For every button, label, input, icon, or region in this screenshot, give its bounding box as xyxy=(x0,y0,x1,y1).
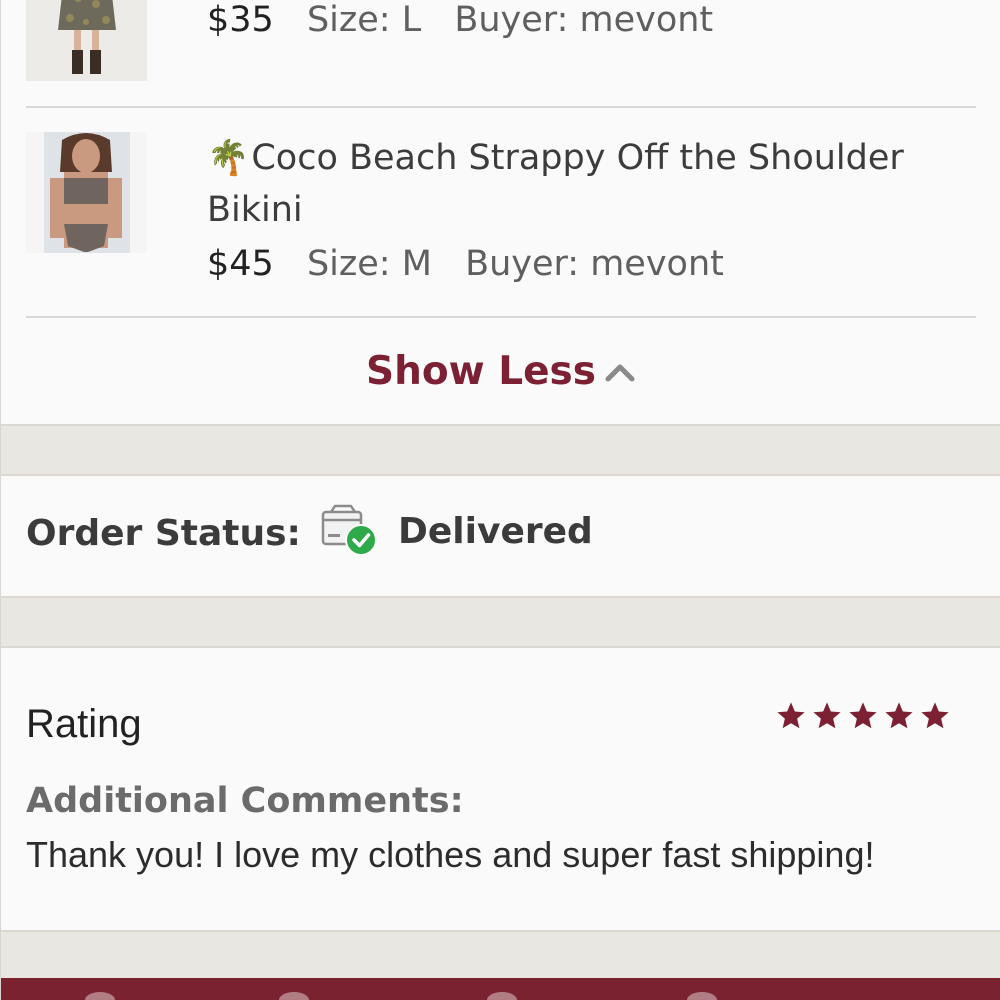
item-title-text: Coco Beach Strappy Off the Shoulder Biki… xyxy=(207,138,904,230)
item-meta: $45 Size: M Buyer: mevont xyxy=(207,242,724,286)
list-item[interactable]: $35 Size: L Buyer: mevont xyxy=(1,0,1000,106)
divider xyxy=(26,316,976,318)
rating-card: Rating Additional Comments: Thank you! I… xyxy=(1,648,1000,930)
bikini-photo-icon xyxy=(26,132,147,253)
show-less-button[interactable]: Show Less xyxy=(1,347,1000,397)
comments-text: Thank you! I love my clothes and super f… xyxy=(26,834,875,875)
star-icon xyxy=(813,702,841,729)
item-thumbnail[interactable] xyxy=(26,0,147,81)
nav-icon[interactable] xyxy=(85,992,115,1000)
nav-icon[interactable] xyxy=(487,992,517,1000)
item-price: $35 xyxy=(207,0,274,40)
item-size: Size: M xyxy=(306,244,432,284)
chevron-up-icon xyxy=(605,364,635,382)
item-thumbnail[interactable] xyxy=(26,132,147,253)
dress-photo-icon xyxy=(26,0,147,81)
item-buyer: Buyer: mevont xyxy=(465,244,724,284)
star-icon xyxy=(921,702,949,729)
order-status-card: Order Status: Delivered xyxy=(1,476,1000,596)
item-meta: $35 Size: L Buyer: mevont xyxy=(207,0,713,42)
section-separator xyxy=(1,424,1000,476)
list-item[interactable]: 🌴Coco Beach Strappy Off the Shoulder Bik… xyxy=(1,106,1000,317)
section-separator xyxy=(1,596,1000,648)
order-detail-page: $35 Size: L Buyer: mevont 🌴Coco Beach St… xyxy=(0,0,1000,1000)
nav-icon[interactable] xyxy=(279,992,309,1000)
order-items-card: $35 Size: L Buyer: mevont 🌴Coco Beach St… xyxy=(1,0,1000,425)
item-price: $45 xyxy=(207,244,274,284)
item-size: Size: L xyxy=(306,0,422,40)
rating-label: Rating xyxy=(26,702,142,746)
item-buyer: Buyer: mevont xyxy=(454,0,714,40)
star-icon xyxy=(849,702,877,729)
star-icon xyxy=(777,702,805,729)
bottom-nav-bar[interactable] xyxy=(1,978,1000,1000)
star-icon xyxy=(885,702,913,729)
order-status-label: Order Status: xyxy=(26,513,301,554)
item-title[interactable]: 🌴Coco Beach Strappy Off the Shoulder Bik… xyxy=(207,132,967,236)
order-status-value: Delivered xyxy=(398,511,593,552)
show-less-label: Show Less xyxy=(366,349,596,394)
rating-stars xyxy=(775,700,951,732)
palm-tree-icon: 🌴 xyxy=(207,138,250,178)
comments-label: Additional Comments: xyxy=(26,781,464,821)
package-delivered-icon xyxy=(321,504,377,556)
nav-icon[interactable] xyxy=(687,992,717,1000)
section-separator xyxy=(1,930,1000,980)
